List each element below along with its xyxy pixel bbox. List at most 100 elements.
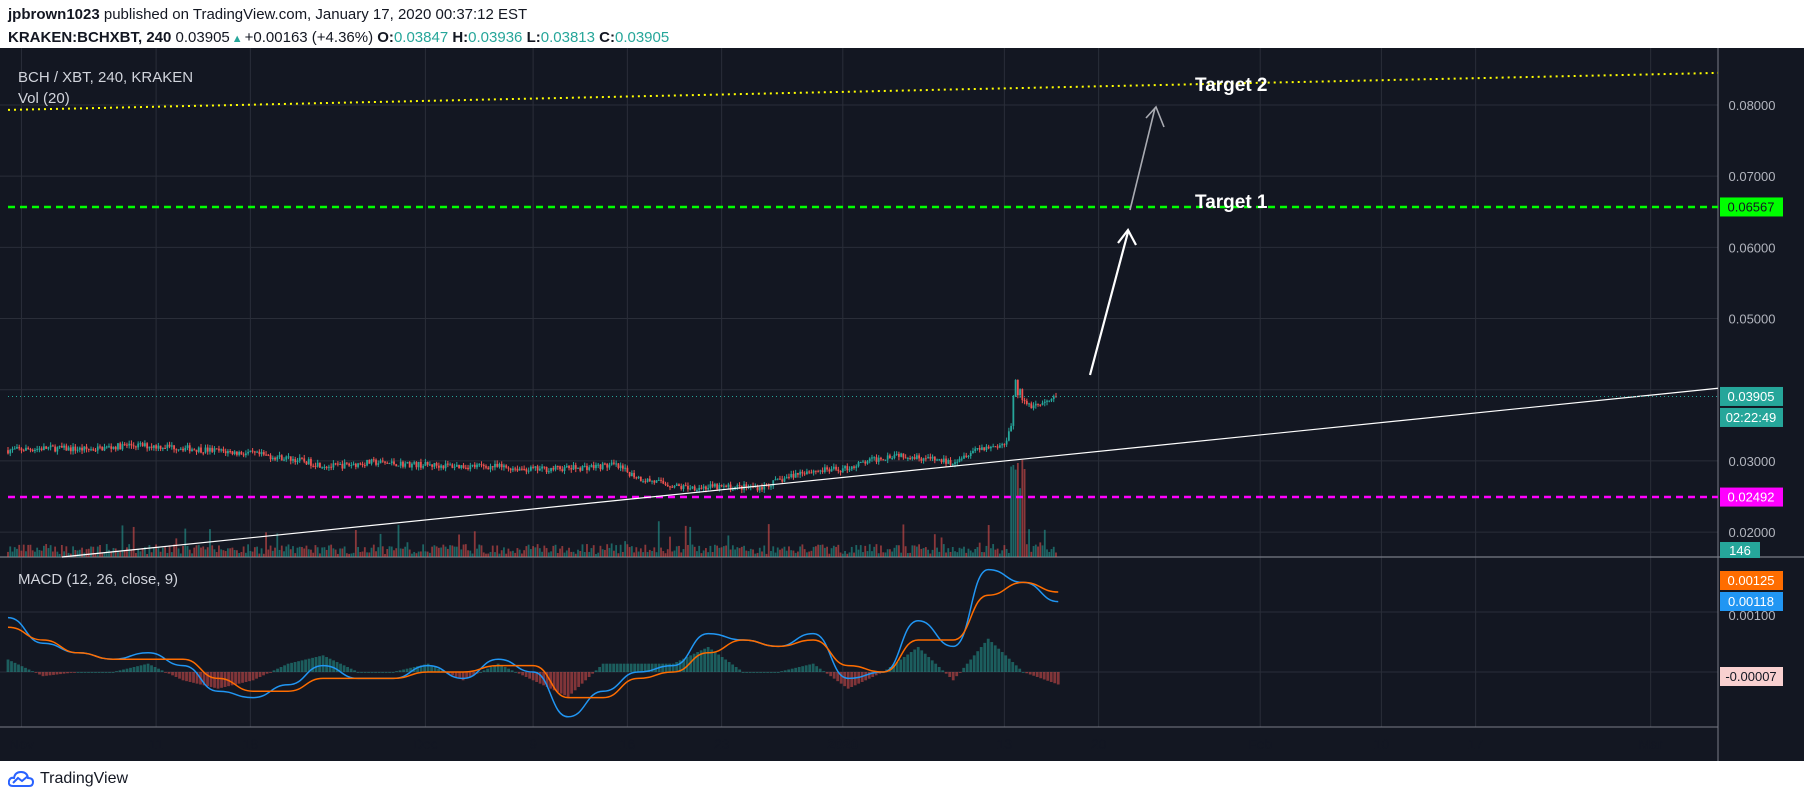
volume-bar: [157, 546, 160, 557]
volume-bar: [628, 547, 631, 557]
candle-body: [534, 466, 537, 468]
volume-bar: [148, 545, 151, 557]
volume-bar: [274, 547, 276, 557]
candle-body: [615, 463, 618, 465]
volume-bar: [743, 545, 745, 557]
volume-bar: [922, 548, 925, 557]
candle-body: [572, 465, 575, 470]
candle-body: [909, 458, 912, 460]
last-price-badge: 0.03905: [1720, 386, 1783, 406]
volume-bar: [963, 546, 965, 557]
volume-bar: [283, 551, 285, 557]
volume-bar: [994, 549, 997, 557]
candle-body: [646, 478, 649, 482]
histogram-bar: [381, 672, 384, 673]
candle-body: [381, 460, 384, 462]
chart-svg[interactable]: BCH / XBT, 240, KRAKEN Vol (20) MACD (12…: [0, 0, 1804, 805]
volume-bar: [713, 544, 716, 557]
volume-bar: [305, 545, 308, 557]
histogram-bar: [615, 663, 619, 672]
candle-body: [1034, 403, 1037, 406]
candle-body: [516, 468, 519, 471]
volume-bar: [393, 550, 395, 557]
volume-bar: [1014, 469, 1017, 557]
candle-body: [871, 457, 873, 459]
volume-bar: [882, 552, 885, 557]
candle-body: [43, 446, 45, 451]
candle-body: [711, 484, 714, 487]
histogram-bar: [969, 659, 973, 672]
histogram-bar: [318, 656, 321, 672]
histogram-bar: [825, 672, 829, 674]
candle-body: [698, 487, 701, 491]
candle-body: [1032, 405, 1035, 409]
volume-bar: [776, 547, 779, 557]
tradingview-logo[interactable]: TradingView: [8, 770, 128, 788]
candle-body: [473, 464, 476, 468]
volume-bar: [188, 549, 191, 557]
histogram-bar: [734, 667, 738, 672]
histogram-bar: [360, 672, 363, 673]
histogram-bar: [612, 663, 616, 672]
candle-body: [238, 451, 241, 455]
histogram-bar: [160, 670, 164, 672]
volume-bar: [532, 546, 535, 557]
histogram-bar: [482, 670, 486, 672]
volume-bar: [377, 547, 380, 557]
candle-body: [797, 472, 799, 475]
histogram-bar: [332, 660, 335, 672]
histogram-bar: [629, 663, 633, 672]
histogram-bar: [720, 657, 724, 672]
volume-bar: [496, 545, 499, 557]
histogram-bar: [531, 672, 535, 681]
candle-body: [889, 455, 891, 459]
volume-bar: [664, 553, 667, 557]
candle-body: [285, 456, 288, 460]
candle-body: [972, 451, 974, 453]
volume-bar: [644, 544, 647, 557]
volume-bar: [435, 546, 438, 557]
candle-body: [289, 456, 292, 461]
histogram-bar: [937, 667, 941, 672]
candle-body: [801, 471, 804, 474]
candle-body: [471, 464, 474, 466]
candle-body: [424, 461, 427, 466]
candle-body: [761, 487, 763, 490]
volume-bar: [420, 551, 422, 557]
volume-bar: [826, 546, 828, 557]
volume-bar: [844, 551, 846, 557]
candle-body: [218, 448, 220, 451]
volume-bar: [987, 525, 990, 557]
volume-legend: Vol (20): [18, 90, 70, 107]
histogram-bar: [129, 667, 132, 672]
candle-body: [440, 465, 443, 468]
volume-bar: [402, 548, 404, 557]
volume-bar: [312, 552, 315, 557]
histogram-bar: [923, 653, 927, 672]
time-tick-label: Mar: [1639, 736, 1663, 752]
histogram-bar: [188, 672, 192, 682]
volume-bar: [247, 544, 250, 557]
candle-body: [283, 459, 285, 461]
volume-bar: [220, 549, 223, 557]
volume-bar: [936, 547, 938, 557]
volume-bar: [749, 548, 752, 557]
volume-bar: [635, 547, 638, 557]
candle-body: [595, 464, 597, 469]
candle-body: [776, 478, 779, 480]
volume-bar: [258, 553, 261, 557]
histogram-bar: [713, 652, 717, 672]
volume-bar: [864, 545, 867, 557]
candle-body: [520, 468, 523, 470]
volume-bar: [260, 548, 263, 557]
volume-bar: [328, 545, 330, 557]
candle-body: [132, 445, 135, 447]
candle-body: [139, 443, 142, 445]
volume-bar: [292, 546, 294, 557]
candle-body: [462, 465, 465, 468]
candle-body: [446, 463, 449, 465]
histogram-bar: [972, 655, 976, 672]
candle-body: [240, 451, 243, 455]
volume-bar: [222, 550, 225, 557]
volume-bar: [754, 553, 757, 557]
